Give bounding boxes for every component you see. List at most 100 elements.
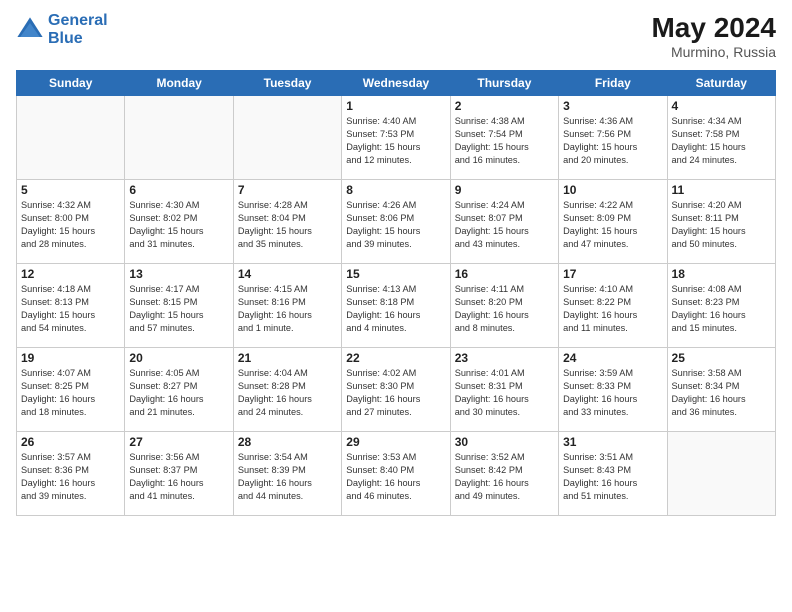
cal-cell-2-2: 6Sunrise: 4:30 AM Sunset: 8:02 PM Daylig… <box>125 180 233 264</box>
day-number: 20 <box>129 351 228 365</box>
cal-cell-4-6: 24Sunrise: 3:59 AM Sunset: 8:33 PM Dayli… <box>559 348 667 432</box>
day-number: 9 <box>455 183 554 197</box>
cal-cell-2-7: 11 Sunrise: 4:20 AM Sunset: 8:11 PM Dayli… <box>667 180 775 264</box>
cal-cell-4-3: 21 Sunrise: 4:04 AM Sunset: 8:28 PM Dayli… <box>233 348 341 432</box>
logo: General Blue <box>16 12 108 48</box>
day-header-saturday: Saturday <box>667 71 775 96</box>
cal-cell-5-4: 29Sunrise: 3:53 AM Sunset: 8:40 PM Dayli… <box>342 432 450 516</box>
cell-info: Sunrise: 4:36 AM Sunset: 7:56 PM Dayligh… <box>563 115 662 167</box>
week-row-4: 19 Sunrise: 4:07 AM Sunset: 8:25 PM Dayli… <box>17 348 776 432</box>
day-number: 4 <box>672 99 771 113</box>
cell-info: Sunrise: 3:56 AM Sunset: 8:37 PM Dayligh… <box>129 451 228 503</box>
cal-cell-1-7: 4 Sunrise: 4:34 AM Sunset: 7:58 PM Daylig… <box>667 96 775 180</box>
logo-icon <box>16 16 44 44</box>
cal-cell-2-4: 8 Sunrise: 4:26 AM Sunset: 8:06 PM Daylig… <box>342 180 450 264</box>
day-number: 3 <box>563 99 662 113</box>
cell-info: Sunrise: 4:40 AM Sunset: 7:53 PM Dayligh… <box>346 115 445 167</box>
cell-info: Sunrise: 4:32 AM Sunset: 8:00 PM Dayligh… <box>21 199 120 251</box>
cal-cell-3-1: 12 Sunrise: 4:18 AM Sunset: 8:13 PM Dayli… <box>17 264 125 348</box>
day-header-wednesday: Wednesday <box>342 71 450 96</box>
cal-cell-2-5: 9 Sunrise: 4:24 AM Sunset: 8:07 PM Daylig… <box>450 180 558 264</box>
cal-cell-4-5: 23Sunrise: 4:01 AM Sunset: 8:31 PM Dayli… <box>450 348 558 432</box>
week-row-2: 5 Sunrise: 4:32 AM Sunset: 8:00 PM Daylig… <box>17 180 776 264</box>
cal-cell-4-1: 19 Sunrise: 4:07 AM Sunset: 8:25 PM Dayli… <box>17 348 125 432</box>
cal-cell-3-4: 15 Sunrise: 4:13 AM Sunset: 8:18 PM Dayli… <box>342 264 450 348</box>
cell-info: Sunrise: 4:04 AM Sunset: 8:28 PM Dayligh… <box>238 367 337 419</box>
day-number: 13 <box>129 267 228 281</box>
cell-info: Sunrise: 4:13 AM Sunset: 8:18 PM Dayligh… <box>346 283 445 335</box>
cal-cell-1-1 <box>17 96 125 180</box>
day-number: 8 <box>346 183 445 197</box>
day-number: 12 <box>21 267 120 281</box>
calendar-table: SundayMondayTuesdayWednesdayThursdayFrid… <box>16 70 776 516</box>
cal-cell-1-2 <box>125 96 233 180</box>
cell-info: Sunrise: 4:30 AM Sunset: 8:02 PM Dayligh… <box>129 199 228 251</box>
day-number: 1 <box>346 99 445 113</box>
cal-cell-3-6: 17 Sunrise: 4:10 AM Sunset: 8:22 PM Dayli… <box>559 264 667 348</box>
day-number: 7 <box>238 183 337 197</box>
day-header-thursday: Thursday <box>450 71 558 96</box>
day-number: 17 <box>563 267 662 281</box>
cell-info: Sunrise: 4:28 AM Sunset: 8:04 PM Dayligh… <box>238 199 337 251</box>
cell-info: Sunrise: 3:58 AM Sunset: 8:34 PM Dayligh… <box>672 367 771 419</box>
day-number: 16 <box>455 267 554 281</box>
day-number: 28 <box>238 435 337 449</box>
day-number: 23 <box>455 351 554 365</box>
cell-info: Sunrise: 4:05 AM Sunset: 8:27 PM Dayligh… <box>129 367 228 419</box>
cal-cell-1-3 <box>233 96 341 180</box>
day-number: 14 <box>238 267 337 281</box>
cell-info: Sunrise: 4:11 AM Sunset: 8:20 PM Dayligh… <box>455 283 554 335</box>
day-number: 29 <box>346 435 445 449</box>
logo-text: General Blue <box>48 12 108 48</box>
cell-info: Sunrise: 4:10 AM Sunset: 8:22 PM Dayligh… <box>563 283 662 335</box>
cal-cell-3-7: 18Sunrise: 4:08 AM Sunset: 8:23 PM Dayli… <box>667 264 775 348</box>
header: General Blue May 2024 Murmino, Russia <box>16 12 776 60</box>
cell-info: Sunrise: 4:24 AM Sunset: 8:07 PM Dayligh… <box>455 199 554 251</box>
cal-cell-2-1: 5 Sunrise: 4:32 AM Sunset: 8:00 PM Daylig… <box>17 180 125 264</box>
cal-cell-3-2: 13 Sunrise: 4:17 AM Sunset: 8:15 PM Dayli… <box>125 264 233 348</box>
cell-info: Sunrise: 3:57 AM Sunset: 8:36 PM Dayligh… <box>21 451 120 503</box>
cal-cell-3-3: 14 Sunrise: 4:15 AM Sunset: 8:16 PM Dayli… <box>233 264 341 348</box>
cal-cell-1-5: 2Sunrise: 4:38 AM Sunset: 7:54 PM Daylig… <box>450 96 558 180</box>
cal-cell-4-7: 25 Sunrise: 3:58 AM Sunset: 8:34 PM Dayli… <box>667 348 775 432</box>
week-row-5: 26 Sunrise: 3:57 AM Sunset: 8:36 PM Dayli… <box>17 432 776 516</box>
cal-cell-5-5: 30Sunrise: 3:52 AM Sunset: 8:42 PM Dayli… <box>450 432 558 516</box>
page: General Blue May 2024 Murmino, Russia Su… <box>0 0 792 612</box>
day-number: 27 <box>129 435 228 449</box>
day-number: 15 <box>346 267 445 281</box>
day-number: 2 <box>455 99 554 113</box>
day-number: 5 <box>21 183 120 197</box>
week-row-1: 1 Sunrise: 4:40 AM Sunset: 7:53 PM Daylig… <box>17 96 776 180</box>
day-number: 25 <box>672 351 771 365</box>
day-number: 19 <box>21 351 120 365</box>
day-header-tuesday: Tuesday <box>233 71 341 96</box>
day-number: 11 <box>672 183 771 197</box>
day-number: 21 <box>238 351 337 365</box>
cell-info: Sunrise: 3:51 AM Sunset: 8:43 PM Dayligh… <box>563 451 662 503</box>
cal-cell-2-6: 10 Sunrise: 4:22 AM Sunset: 8:09 PM Dayli… <box>559 180 667 264</box>
title-block: May 2024 Murmino, Russia <box>651 12 776 60</box>
cal-cell-4-2: 20 Sunrise: 4:05 AM Sunset: 8:27 PM Dayli… <box>125 348 233 432</box>
cell-info: Sunrise: 4:02 AM Sunset: 8:30 PM Dayligh… <box>346 367 445 419</box>
day-header-monday: Monday <box>125 71 233 96</box>
cal-cell-5-7 <box>667 432 775 516</box>
cell-info: Sunrise: 4:20 AM Sunset: 8:11 PM Dayligh… <box>672 199 771 251</box>
day-header-friday: Friday <box>559 71 667 96</box>
day-number: 26 <box>21 435 120 449</box>
cell-info: Sunrise: 3:59 AM Sunset: 8:33 PM Dayligh… <box>563 367 662 419</box>
cell-info: Sunrise: 4:07 AM Sunset: 8:25 PM Dayligh… <box>21 367 120 419</box>
cell-info: Sunrise: 4:18 AM Sunset: 8:13 PM Dayligh… <box>21 283 120 335</box>
cell-info: Sunrise: 4:22 AM Sunset: 8:09 PM Dayligh… <box>563 199 662 251</box>
cell-info: Sunrise: 4:15 AM Sunset: 8:16 PM Dayligh… <box>238 283 337 335</box>
day-number: 31 <box>563 435 662 449</box>
cal-cell-5-1: 26 Sunrise: 3:57 AM Sunset: 8:36 PM Dayli… <box>17 432 125 516</box>
cell-info: Sunrise: 4:17 AM Sunset: 8:15 PM Dayligh… <box>129 283 228 335</box>
cell-info: Sunrise: 4:08 AM Sunset: 8:23 PM Dayligh… <box>672 283 771 335</box>
cal-cell-5-6: 31 Sunrise: 3:51 AM Sunset: 8:43 PM Dayli… <box>559 432 667 516</box>
cell-info: Sunrise: 4:34 AM Sunset: 7:58 PM Dayligh… <box>672 115 771 167</box>
cell-info: Sunrise: 4:26 AM Sunset: 8:06 PM Dayligh… <box>346 199 445 251</box>
location: Murmino, Russia <box>651 44 776 60</box>
day-header-sunday: Sunday <box>17 71 125 96</box>
day-number: 10 <box>563 183 662 197</box>
cal-cell-5-3: 28Sunrise: 3:54 AM Sunset: 8:39 PM Dayli… <box>233 432 341 516</box>
